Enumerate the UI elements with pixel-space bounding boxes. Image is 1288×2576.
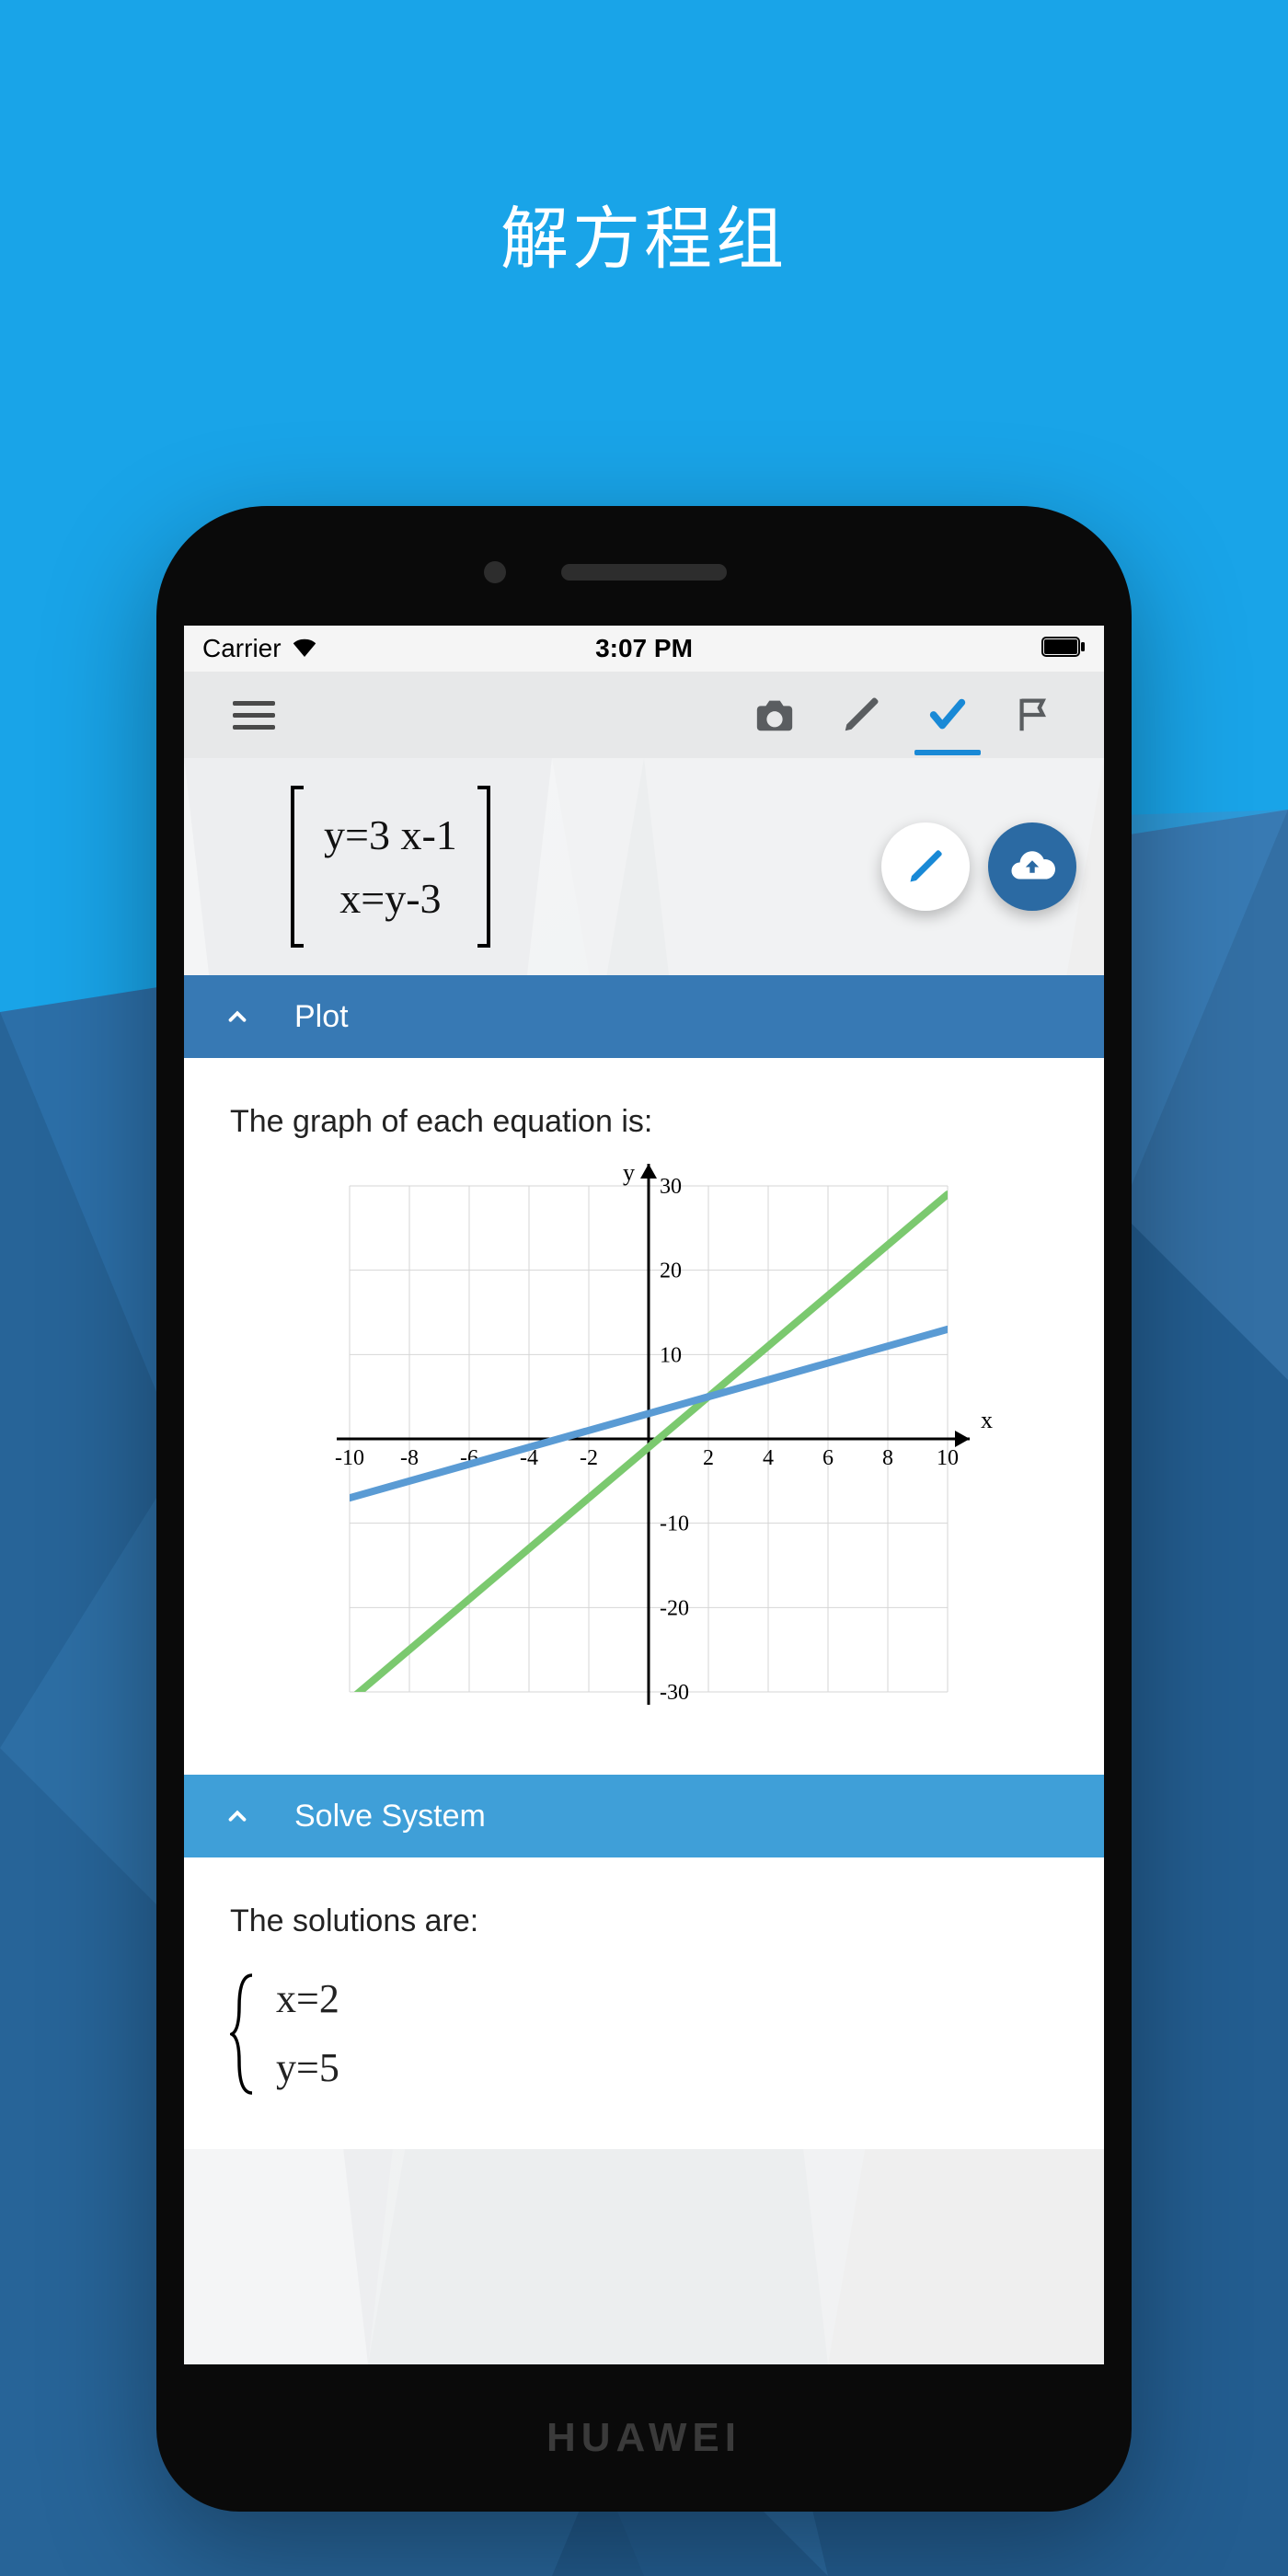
equation-line-1: y=3 x-1 bbox=[324, 803, 457, 867]
battery-icon bbox=[1041, 634, 1086, 663]
wifi-icon bbox=[291, 634, 318, 663]
camera-icon bbox=[753, 694, 796, 736]
equation-plot: xy-10-8-6-4-2246810-30-20-10102030 bbox=[285, 1158, 1003, 1729]
solution-line-1: x=2 bbox=[276, 1965, 339, 2034]
cloud-upload-icon bbox=[1007, 842, 1057, 891]
svg-text:y: y bbox=[623, 1159, 635, 1186]
equation-line-2: x=y-3 bbox=[324, 867, 457, 930]
chevron-up-icon bbox=[217, 996, 258, 1037]
solve-intro-text: The solutions are: bbox=[230, 1903, 1058, 1939]
pencil-icon bbox=[840, 694, 882, 736]
svg-text:-10: -10 bbox=[335, 1446, 364, 1470]
page-title: 解方程组 bbox=[0, 184, 1288, 282]
svg-text:20: 20 bbox=[660, 1259, 682, 1283]
svg-text:30: 30 bbox=[660, 1175, 682, 1199]
clock: 3:07 PM bbox=[184, 634, 1104, 663]
svg-text:4: 4 bbox=[763, 1446, 774, 1470]
plot-intro-text: The graph of each equation is: bbox=[230, 1104, 1058, 1140]
app-toolbar bbox=[184, 672, 1104, 758]
speaker-grille bbox=[561, 564, 727, 581]
svg-text:-8: -8 bbox=[400, 1446, 419, 1470]
sensor-dot bbox=[484, 561, 506, 583]
svg-text:10: 10 bbox=[660, 1343, 682, 1367]
solve-section-title: Solve System bbox=[294, 1799, 486, 1834]
svg-text:2: 2 bbox=[703, 1446, 714, 1470]
plot-section-header[interactable]: Plot bbox=[184, 975, 1104, 1058]
svg-text:-20: -20 bbox=[660, 1596, 689, 1620]
equation-display: y=3 x-1 x=y-3 bbox=[184, 758, 1104, 975]
svg-text:-10: -10 bbox=[660, 1512, 689, 1536]
svg-text:6: 6 bbox=[822, 1446, 834, 1470]
plot-section-title: Plot bbox=[294, 999, 349, 1035]
svg-text:x: x bbox=[981, 1407, 993, 1433]
solve-section-header[interactable]: Solve System bbox=[184, 1775, 1104, 1857]
flag-button[interactable] bbox=[995, 676, 1073, 753]
solution-line-2: y=5 bbox=[276, 2034, 339, 2103]
curly-brace-icon bbox=[230, 1970, 258, 2099]
svg-text:-2: -2 bbox=[580, 1446, 598, 1470]
solve-section-body: The solutions are: x=2 y=5 bbox=[184, 1857, 1104, 2149]
svg-text:8: 8 bbox=[882, 1446, 893, 1470]
phone-frame: HUAWEI Carrier 3:07 PM bbox=[156, 506, 1132, 2512]
phone-screen: Carrier 3:07 PM bbox=[184, 626, 1104, 2364]
check-icon bbox=[926, 694, 969, 736]
content-area: y=3 x-1 x=y-3 Plot bbox=[184, 758, 1104, 2364]
status-bar: Carrier 3:07 PM bbox=[184, 626, 1104, 672]
right-bracket bbox=[474, 784, 496, 949]
pencil-button[interactable] bbox=[822, 676, 900, 753]
flag-icon bbox=[1013, 694, 1055, 736]
phone-brand-logo: HUAWEI bbox=[156, 2415, 1132, 2461]
active-tab-underline bbox=[914, 750, 981, 755]
left-bracket bbox=[285, 784, 307, 949]
hamburger-icon bbox=[233, 701, 275, 730]
edit-fab[interactable] bbox=[881, 822, 970, 911]
camera-button[interactable] bbox=[736, 676, 813, 753]
check-button[interactable] bbox=[909, 676, 986, 753]
cloud-upload-fab[interactable] bbox=[988, 822, 1076, 911]
chevron-up-icon bbox=[217, 1796, 258, 1836]
pencil-icon bbox=[905, 846, 946, 887]
menu-button[interactable] bbox=[215, 676, 293, 753]
svg-text:10: 10 bbox=[937, 1446, 959, 1470]
carrier-label: Carrier bbox=[202, 634, 282, 663]
plot-section-body: The graph of each equation is: xy-10-8-6… bbox=[184, 1058, 1104, 1775]
svg-text:-30: -30 bbox=[660, 1681, 689, 1705]
